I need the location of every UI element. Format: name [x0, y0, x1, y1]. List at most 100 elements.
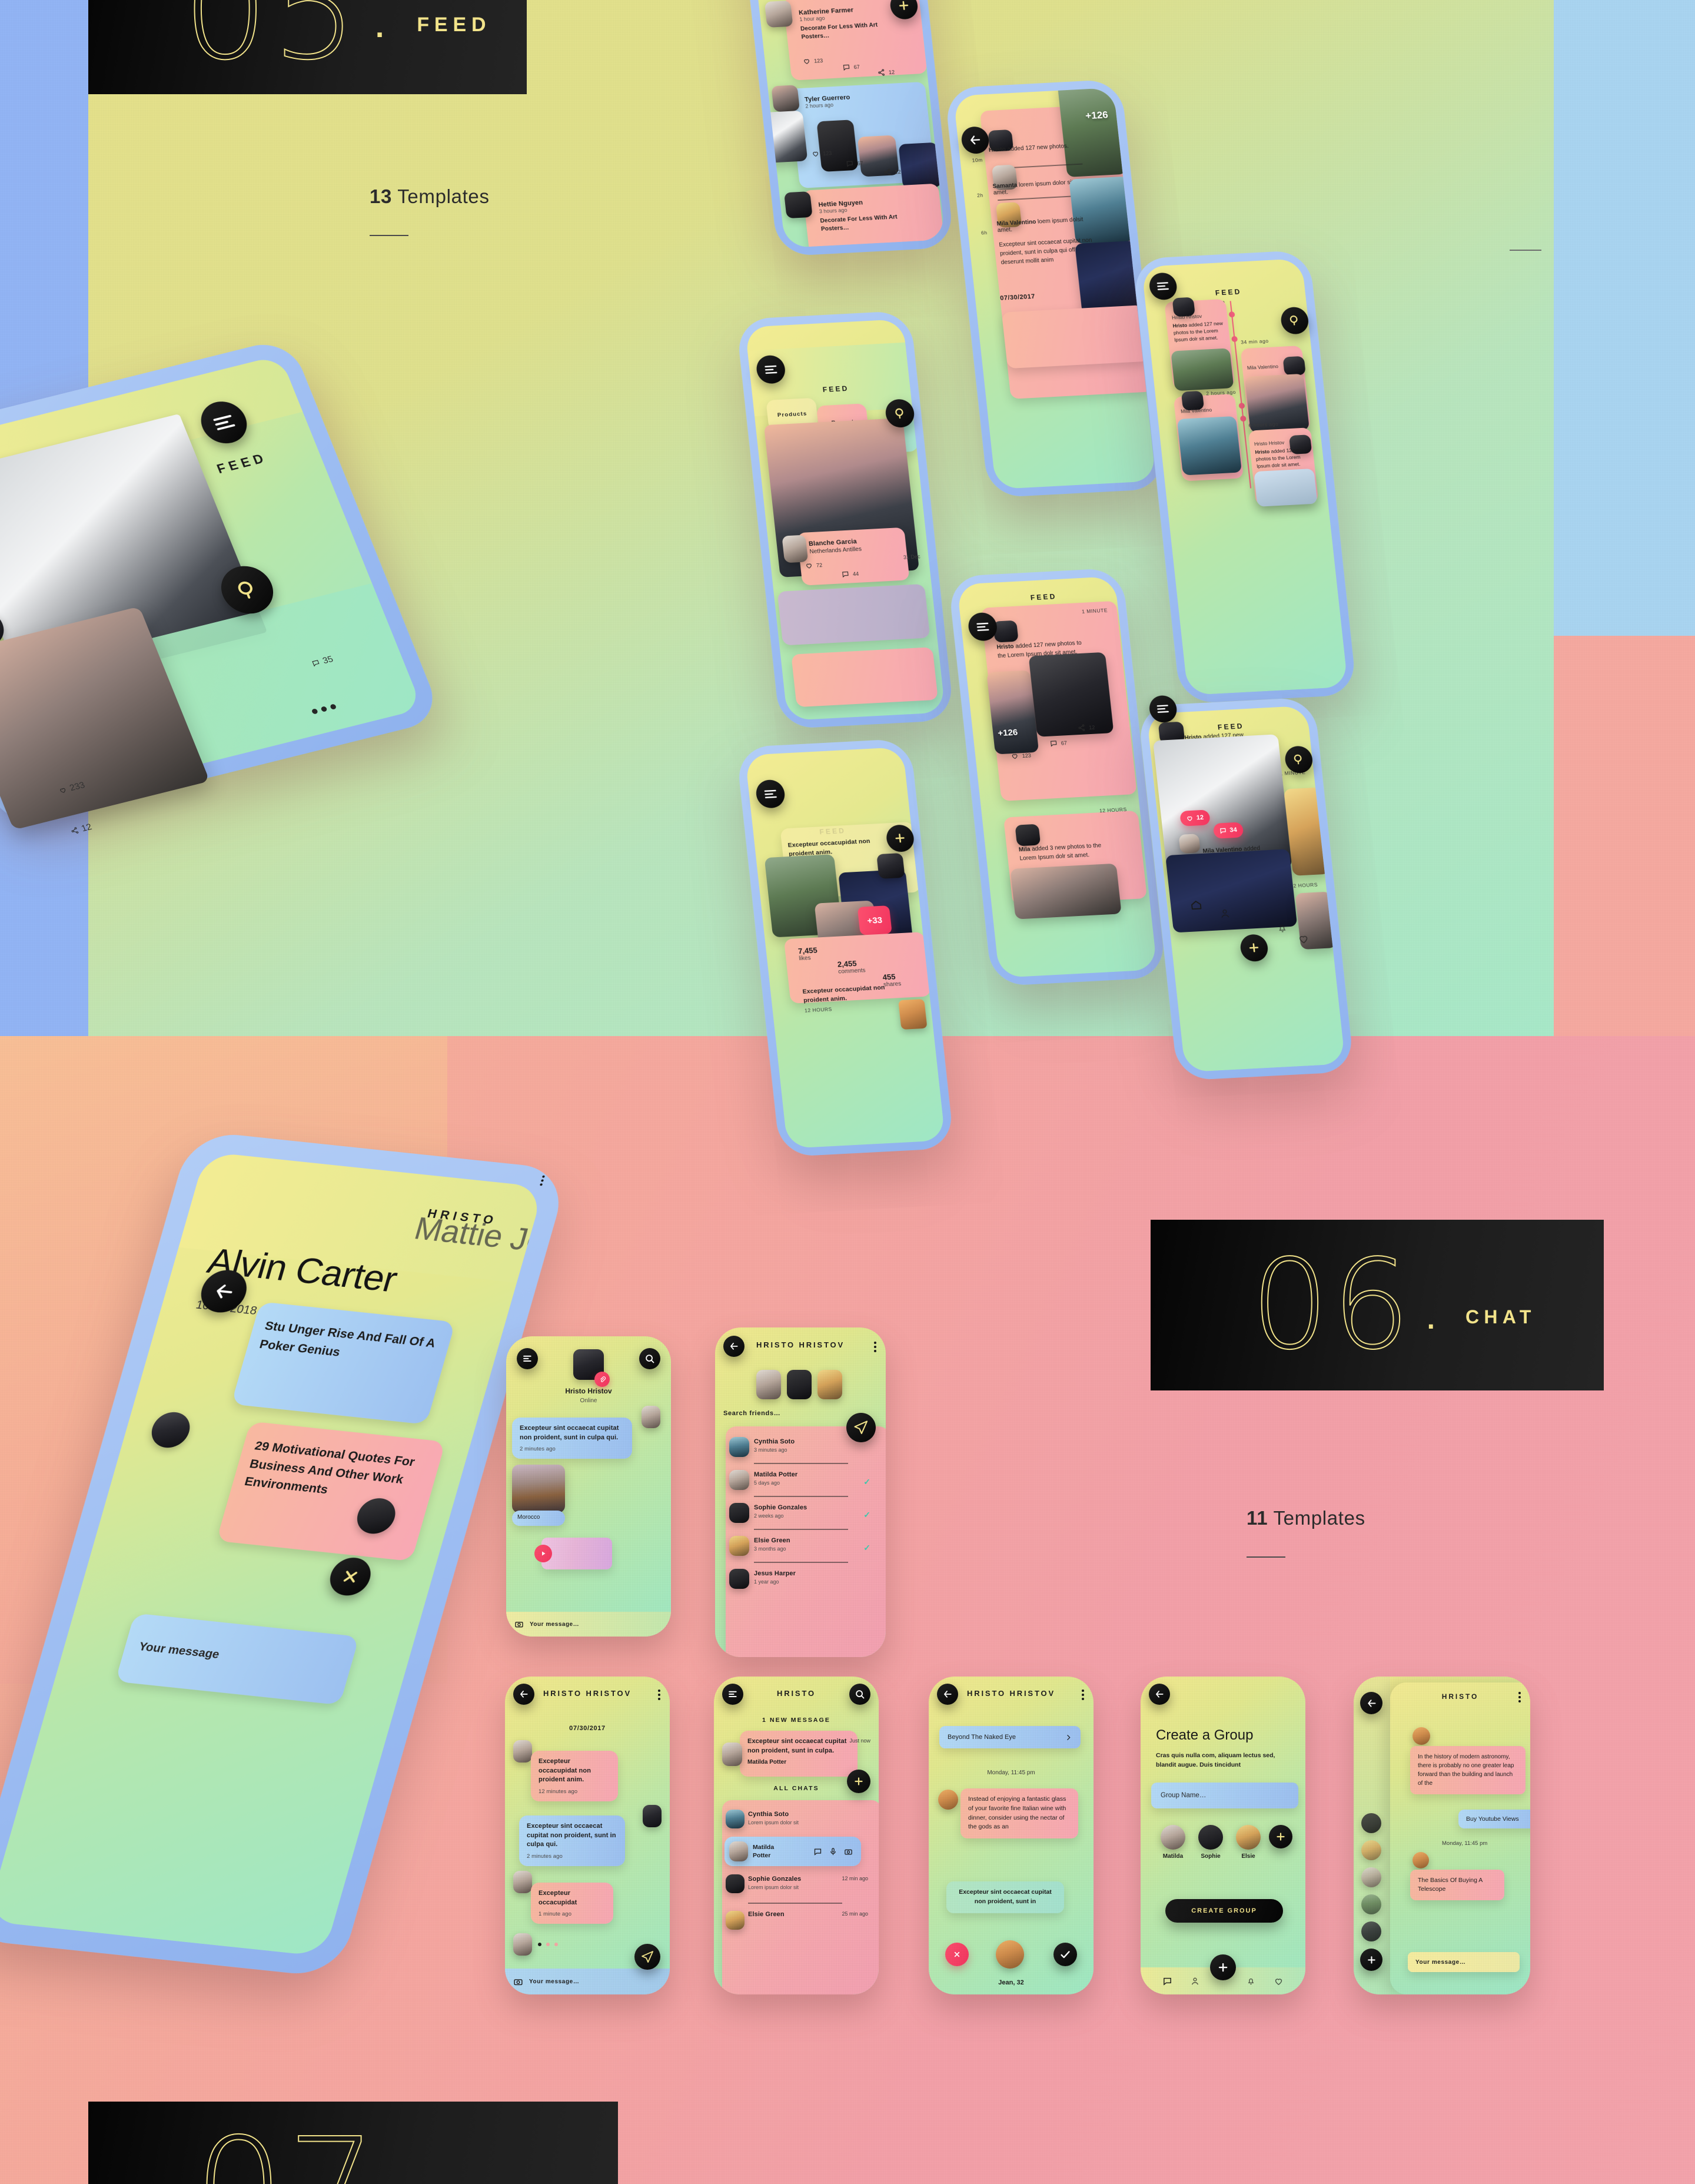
hamburger-icon[interactable]: [517, 1348, 538, 1369]
avatar[interactable]: [729, 1841, 748, 1861]
person-avatar[interactable]: [996, 1940, 1024, 1969]
new-message-card[interactable]: Excepteur sint occaecat cupitat non proi…: [740, 1731, 858, 1777]
chat-message-1[interactable]: Excepteur occacupidat non proident anim.…: [531, 1751, 618, 1801]
heart-icon[interactable]: [1274, 1976, 1284, 1986]
chat-phone-create-group[interactable]: Create a Group Cras quis nulla com, aliq…: [1141, 1677, 1305, 1994]
timeline-photo-1[interactable]: [1171, 348, 1234, 391]
avatar[interactable]: [992, 620, 1019, 643]
comments-stat[interactable]: 67: [1049, 739, 1067, 747]
avatar[interactable]: [771, 85, 800, 112]
post-photo-c[interactable]: [1165, 849, 1298, 933]
chat-phone-list[interactable]: HRISTO 1 NEW MESSAGE Excepteur sint occa…: [714, 1677, 879, 1994]
post-photo-b[interactable]: [1028, 652, 1114, 737]
story-avatar-3[interactable]: [817, 1370, 842, 1399]
avatar[interactable]: [147, 1410, 194, 1450]
avatar[interactable]: [729, 1536, 749, 1556]
avatar[interactable]: [784, 191, 813, 219]
plus-icon[interactable]: [1269, 1825, 1292, 1848]
chat-phone-match[interactable]: HRISTO HRISTOV Beyond The Naked Eye Mond…: [929, 1677, 1094, 1994]
comment-icon[interactable]: [1162, 1976, 1172, 1986]
chat-row-1[interactable]: Cynthia Soto Lorem ipsum dolor sit: [748, 1811, 799, 1825]
bell-icon[interactable]: [1275, 922, 1288, 934]
create-group-button[interactable]: CREATE GROUP: [1165, 1899, 1283, 1923]
rail-avatar-4[interactable]: [1361, 1894, 1381, 1914]
group-name-input[interactable]: Group Name…: [1151, 1783, 1298, 1808]
avatar[interactable]: [726, 1874, 745, 1893]
timeline-photo-4[interactable]: [1254, 468, 1318, 507]
avatar[interactable]: [938, 1790, 958, 1810]
member-avatar-1[interactable]: [1161, 1825, 1185, 1850]
back-arrow-icon[interactable]: [1149, 1684, 1170, 1705]
close-icon[interactable]: [945, 1943, 969, 1966]
camera-icon[interactable]: [514, 1619, 524, 1629]
member-avatar-2[interactable]: [1198, 1825, 1223, 1850]
shared-photo[interactable]: [512, 1465, 565, 1513]
comment-icon[interactable]: [813, 1847, 822, 1856]
chat-input-field[interactable]: Your message…: [1408, 1952, 1520, 1972]
comments-stat[interactable]: 67: [846, 159, 863, 167]
avatar[interactable]: [729, 1569, 749, 1589]
chat-phone-thread[interactable]: HRISTO HRISTOV 07/30/2017 Excepteur occa…: [505, 1677, 670, 1994]
quote-bubble[interactable]: Excepteur sint occaecat cupitat non proi…: [946, 1881, 1064, 1913]
paperclip-icon[interactable]: [594, 1372, 610, 1387]
profile-icon[interactable]: [1190, 1976, 1200, 1986]
avatar[interactable]: [643, 1805, 662, 1827]
chat-phone-profile[interactable]: Hristo Hristov Online Excepteur sint occ…: [506, 1336, 671, 1637]
timeline-photo-3[interactable]: [1176, 416, 1242, 476]
more-vertical-icon[interactable]: [874, 1342, 876, 1352]
plus-icon[interactable]: [1360, 1949, 1382, 1971]
avatar[interactable]: [764, 0, 793, 28]
comments-badge[interactable]: 34: [1212, 822, 1244, 839]
play-icon[interactable]: [534, 1545, 552, 1562]
avatar[interactable]: [722, 1742, 742, 1766]
avatar[interactable]: [729, 1470, 749, 1490]
member-avatar-3[interactable]: [1236, 1825, 1261, 1850]
avatar[interactable]: [1412, 1852, 1429, 1868]
post-photo-c[interactable]: [1010, 863, 1122, 920]
story-avatar-2[interactable]: [787, 1370, 812, 1399]
avatar[interactable]: [726, 1911, 745, 1930]
chat-input-field[interactable]: Your message: [115, 1613, 360, 1705]
search-friends-input[interactable]: Search friends…: [723, 1410, 780, 1417]
more-vertical-icon[interactable]: [1082, 1690, 1084, 1700]
bell-icon[interactable]: [1246, 1976, 1256, 1986]
avatar[interactable]: [782, 535, 809, 563]
profile-icon[interactable]: [1218, 907, 1231, 920]
back-arrow-icon[interactable]: [937, 1684, 958, 1705]
chat-message[interactable]: Instead of enjoying a fantastic glass of…: [960, 1788, 1078, 1838]
likes-stat[interactable]: 123: [1011, 751, 1031, 760]
send-icon[interactable]: [634, 1944, 660, 1970]
story-avatar-1[interactable]: [756, 1370, 781, 1399]
avatar[interactable]: [1412, 1727, 1430, 1745]
shares-stat[interactable]: 12: [883, 168, 901, 176]
avatar[interactable]: [1015, 824, 1041, 847]
link-card[interactable]: Beyond The Naked Eye: [939, 1726, 1081, 1748]
back-arrow-icon[interactable]: [723, 1336, 745, 1357]
shares-stat[interactable]: 12: [1078, 723, 1095, 732]
camera-icon[interactable]: [513, 1977, 523, 1987]
timeline-next-card[interactable]: [1001, 305, 1149, 369]
chat-phone-sidebar[interactable]: HRISTO In the history of modern astronom…: [1354, 1677, 1530, 1994]
chat-phone-friends[interactable]: HRISTO HRISTOV Search friends… Cynthia S…: [715, 1327, 886, 1657]
friend-row-1[interactable]: [729, 1437, 749, 1457]
chat-row-3[interactable]: Sophie Gonzales Lorem ipsum dolor sit: [748, 1876, 801, 1890]
avatar[interactable]: [513, 1740, 532, 1763]
chat-message-1[interactable]: Stu Unger Rise And Fall Of A Poker Geniu…: [231, 1302, 456, 1425]
chat-message-3[interactable]: Excepteur occacupidat 1 minute ago: [531, 1883, 613, 1924]
photo-count-badge[interactable]: +33: [857, 905, 892, 935]
send-icon[interactable]: [846, 1413, 876, 1442]
chat-message-3[interactable]: The Basics Of Buying A Telescope: [1410, 1870, 1504, 1901]
comments-stat[interactable]: 67: [842, 63, 860, 71]
feed-next-photo[interactable]: [777, 583, 930, 646]
rail-avatar-3[interactable]: [1361, 1867, 1381, 1887]
voice-message[interactable]: [534, 1538, 612, 1569]
chat-message-1[interactable]: In the history of modern astronomy, ther…: [1410, 1746, 1526, 1794]
rail-avatar-2[interactable]: [1361, 1840, 1381, 1860]
rail-avatar-5[interactable]: [1361, 1921, 1381, 1941]
plus-icon[interactable]: [1210, 1954, 1236, 1980]
likes-stat[interactable]: 72: [805, 561, 823, 569]
chat-message-2[interactable]: Excepteur sint occaecat cupitat non proi…: [519, 1815, 625, 1866]
hamburger-icon[interactable]: [722, 1684, 743, 1705]
avatar[interactable]: [1178, 834, 1201, 854]
chat-input-bar[interactable]: Your message…: [506, 1612, 671, 1637]
